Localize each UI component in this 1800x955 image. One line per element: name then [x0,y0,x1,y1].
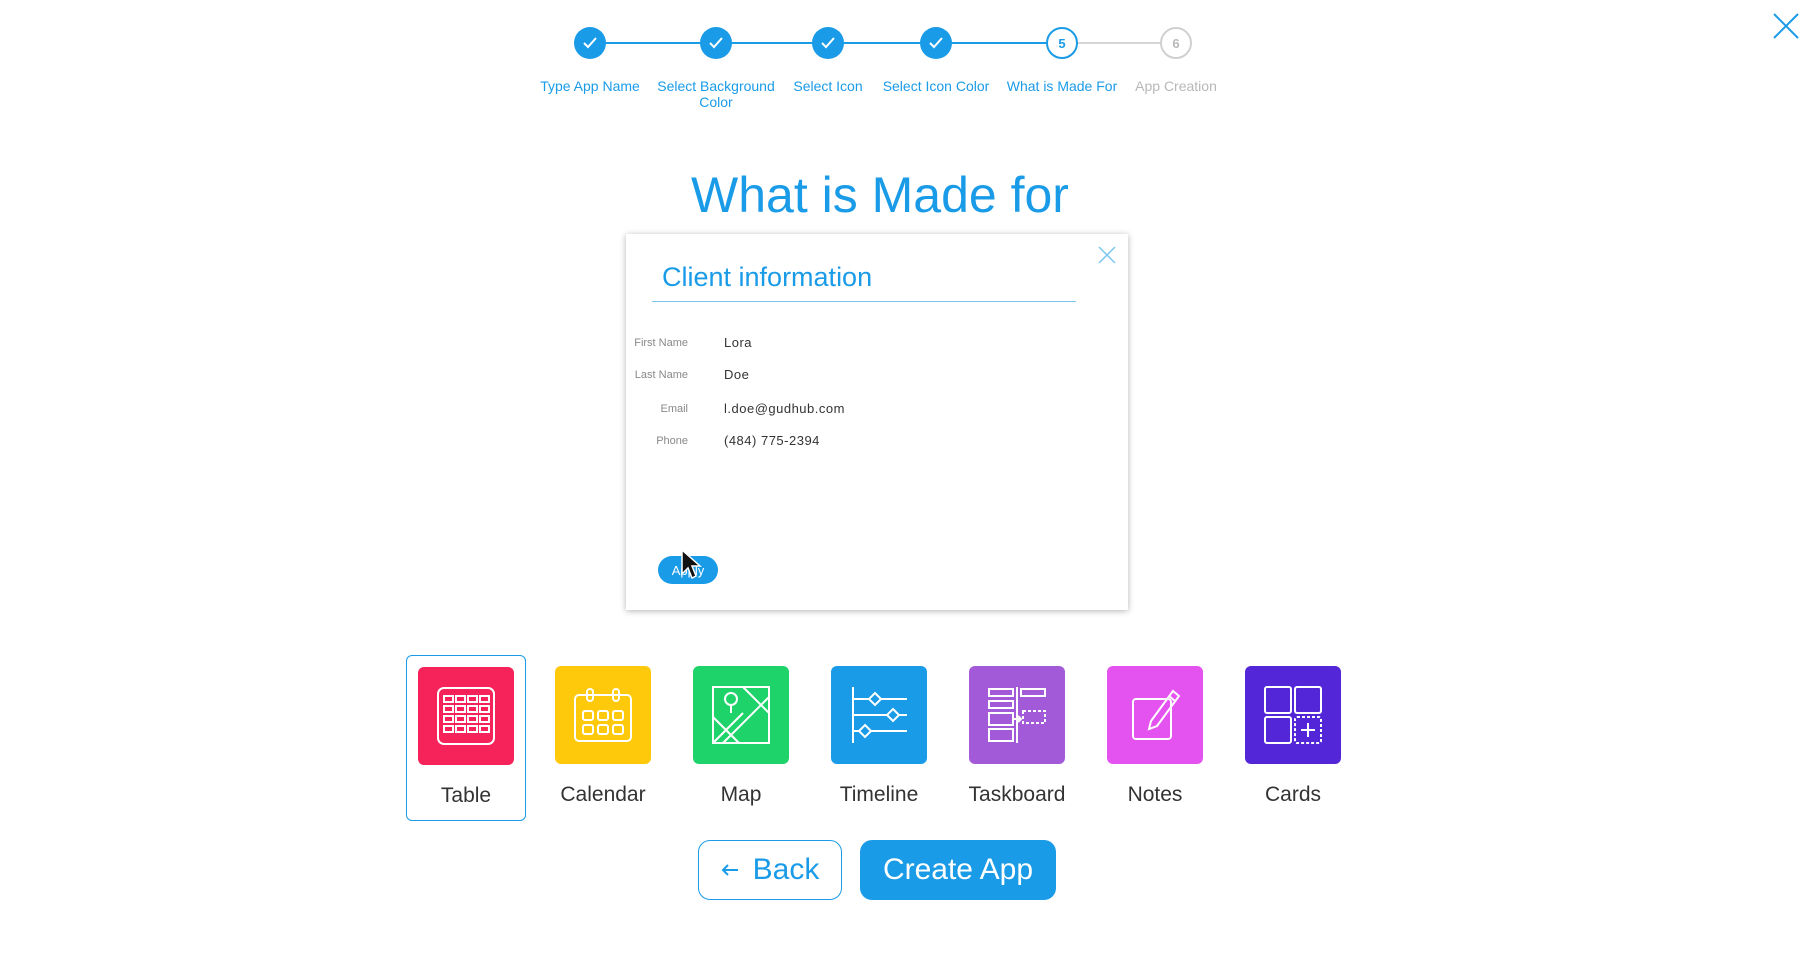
field-phone: Phone (484) 775-2394 [626,431,1106,451]
tile-label: Taskboard [968,783,1066,806]
step-connector [936,42,1062,44]
tile-taskboard[interactable]: Taskboard [958,655,1076,819]
map-icon [693,666,789,764]
tile-label: Table [440,784,492,807]
field-label: Phone [656,435,688,447]
page-title: What is Made for [691,167,1069,223]
step-label: Type App Name [540,78,640,94]
step-label: App Creation [1135,78,1217,94]
close-icon[interactable] [1096,244,1118,266]
timeline-icon [831,666,927,764]
field-label: Last Name [634,369,688,381]
field-value: Doe [724,367,750,382]
tile-timeline[interactable]: Timeline [820,655,938,819]
notes-icon [1107,666,1203,764]
tile-map[interactable]: Map [682,655,800,819]
step-number: 6 [1160,27,1192,59]
tile-label: Cards [1264,783,1322,806]
step-connector [1062,42,1176,44]
card-title: Client information [652,262,1076,302]
field-first-name: First Name Lora [626,333,1106,353]
tile-calendar[interactable]: Calendar [544,655,662,819]
calendar-icon [555,666,651,764]
tile-label: Map [720,783,762,806]
cards-icon [1245,666,1341,764]
field-value: Lora [724,335,753,350]
tile-label: Timeline [839,783,919,806]
arrow-left-icon [721,864,738,876]
step-number: 5 [1046,27,1078,59]
back-button-label: Back [752,853,820,886]
check-icon [574,27,606,59]
field-label: First Name [634,337,688,349]
field-value: (484) 775-2394 [724,433,820,448]
tile-table[interactable]: Table [406,655,526,821]
field-email: Email l.doe@gudhub.com [626,399,1106,419]
preview-card: Client information First Name Lora Last … [626,234,1128,610]
tile-label: Notes [1127,783,1183,806]
app-type-tiles: Table Calendar Map Timeline Taskboard No… [406,655,1406,821]
tile-label: Calendar [560,783,646,806]
tile-cards[interactable]: Cards [1234,655,1352,819]
table-icon [418,667,514,765]
field-value: l.doe@gudhub.com [724,401,845,416]
field-last-name: Last Name Doe [626,365,1106,385]
taskboard-icon [969,666,1065,764]
check-icon [700,27,732,59]
create-app-button[interactable]: Create App [860,840,1056,900]
field-label: Email [660,403,688,415]
check-icon [920,27,952,59]
tile-notes[interactable]: Notes [1096,655,1214,819]
create-app-button-label: Create App [882,853,1034,886]
apply-button[interactable]: Apply [658,556,718,584]
step-label: Select Icon Color [882,78,990,94]
back-button[interactable]: Back [698,840,842,900]
wizard-stepper: Type App Name Select Background Color Se… [0,0,1800,120]
check-icon [812,27,844,59]
